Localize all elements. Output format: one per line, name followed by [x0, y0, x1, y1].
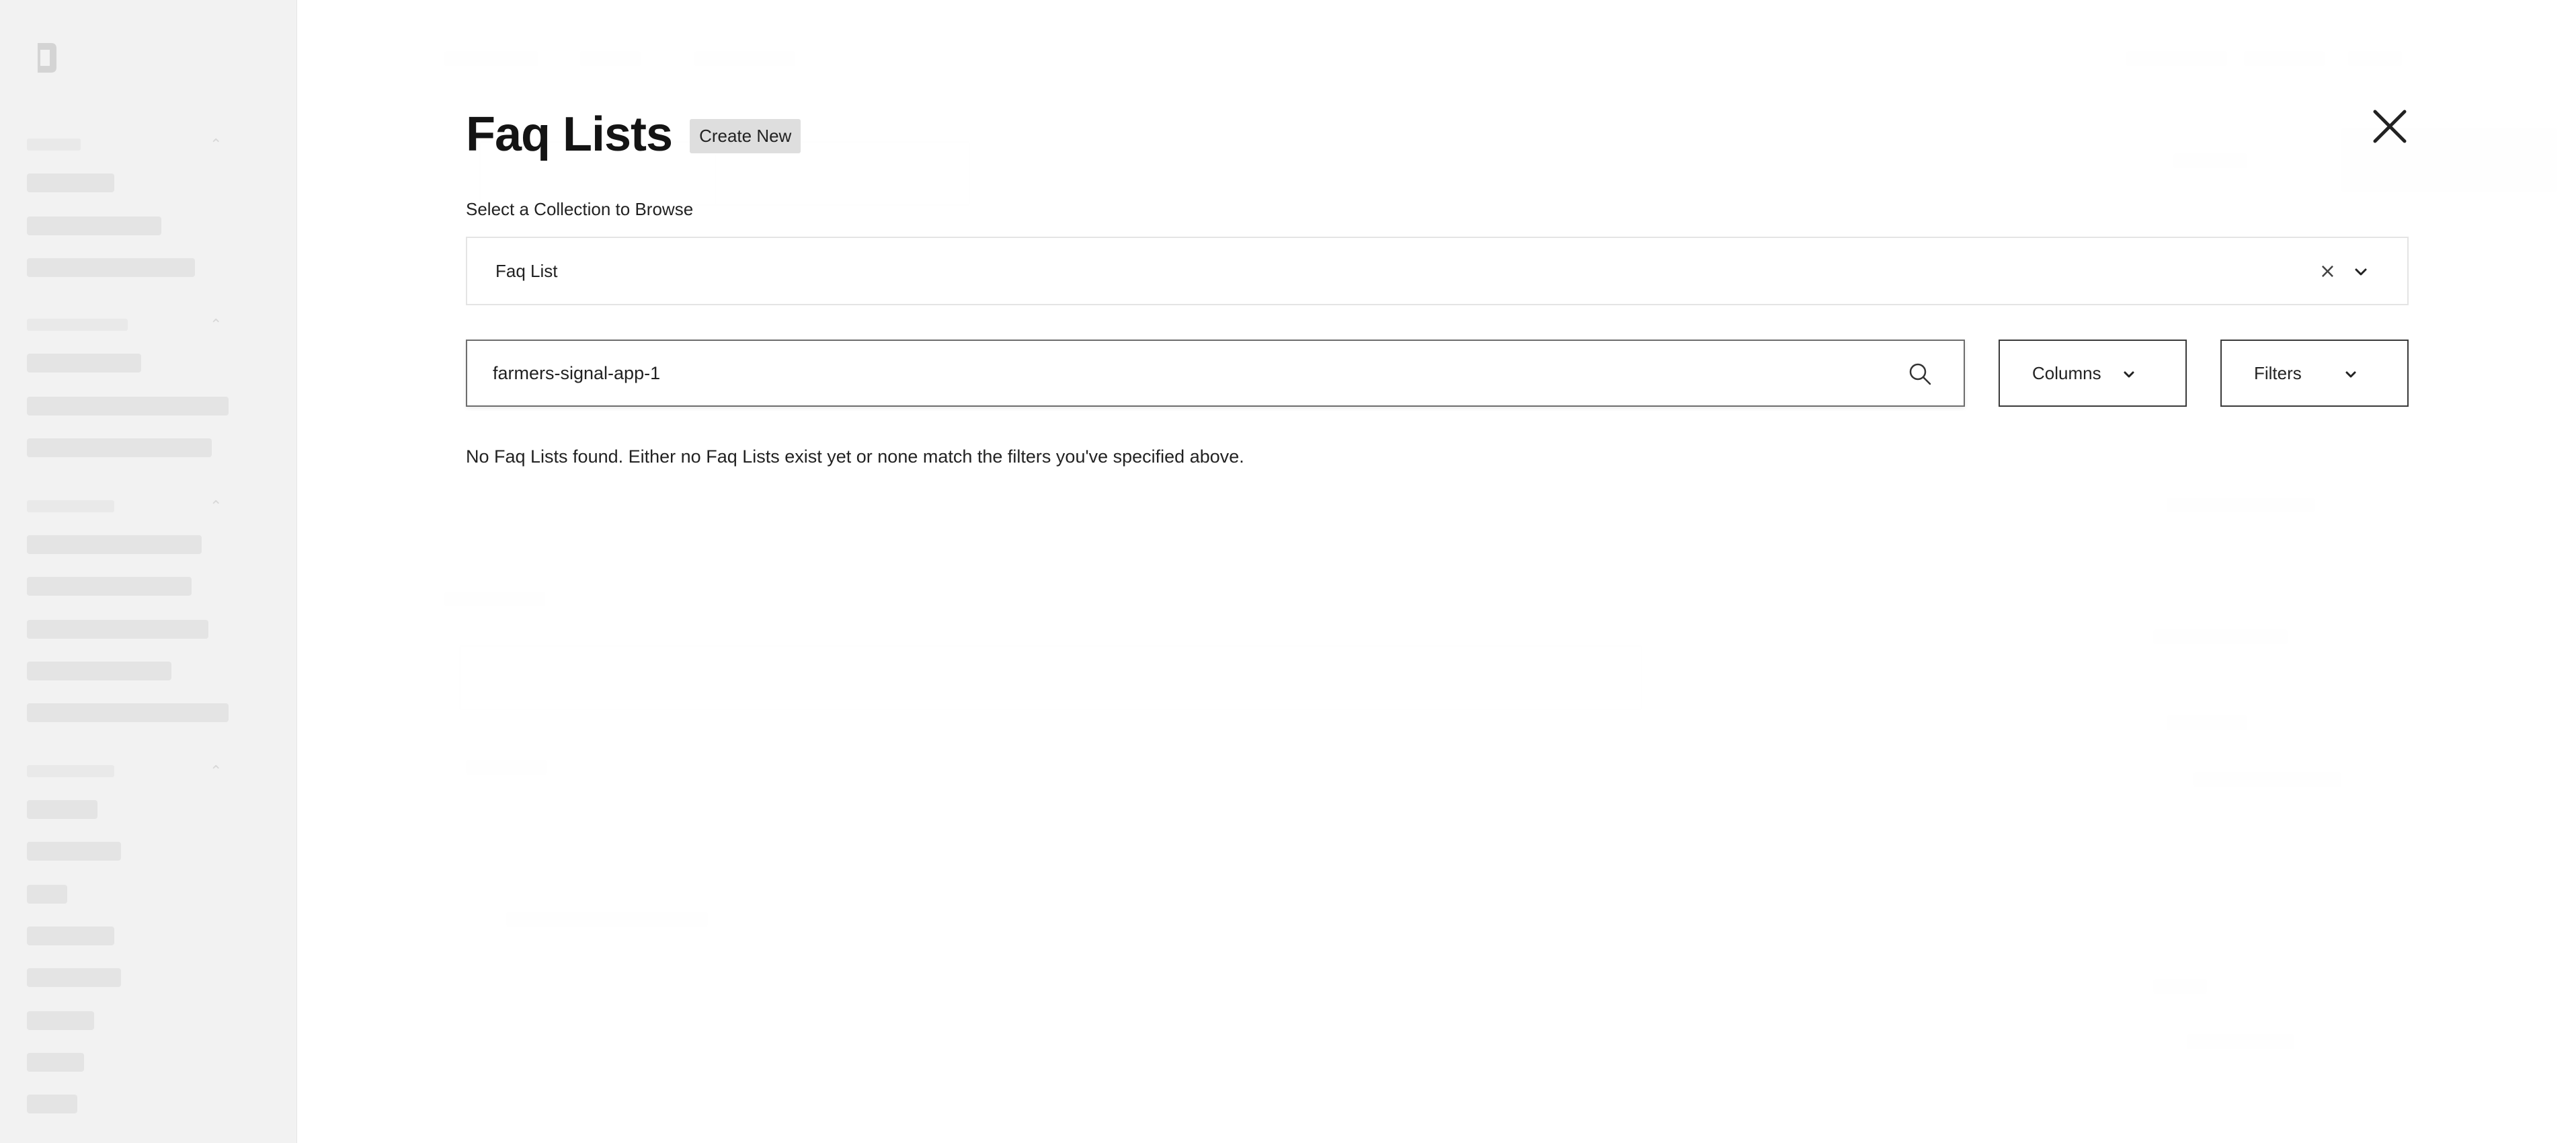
- sidebar-item[interactable]: [27, 216, 161, 235]
- sidebar-item[interactable]: [27, 173, 114, 192]
- sidebar-item[interactable]: [27, 354, 141, 372]
- empty-state-message: No Faq Lists found. Either no Faq Lists …: [466, 446, 1244, 467]
- close-icon: [2373, 110, 2407, 143]
- sidebar-item[interactable]: [27, 535, 202, 554]
- chevron-icon: ⌃: [210, 498, 223, 514]
- sidebar-group-header: [27, 319, 128, 331]
- sidebar-item[interactable]: [27, 800, 97, 819]
- chevron-down-icon: [2345, 371, 2356, 378]
- sidebar-item[interactable]: [27, 438, 212, 457]
- sidebar-item[interactable]: [27, 662, 171, 680]
- search-input[interactable]: [467, 341, 1879, 405]
- search-box: [466, 340, 1965, 407]
- sidebar-item[interactable]: [27, 620, 208, 639]
- close-button[interactable]: [2371, 108, 2409, 145]
- collection-select[interactable]: Faq List ×: [466, 237, 2409, 305]
- sidebar-item[interactable]: [27, 577, 192, 596]
- collection-select-label: Select a Collection to Browse: [466, 199, 694, 219]
- columns-dropdown[interactable]: Columns: [1999, 340, 2187, 407]
- clear-icon[interactable]: ×: [2319, 260, 2336, 283]
- sidebar-group-header: [27, 139, 81, 151]
- create-new-button[interactable]: Create New: [690, 118, 801, 153]
- search-icon[interactable]: [1907, 361, 1933, 387]
- sidebar-item[interactable]: [27, 885, 67, 904]
- sidebar-group-header: [27, 500, 114, 512]
- drawer-header: Faq Lists Create New: [466, 101, 801, 168]
- chevron-down-icon: [2124, 371, 2134, 378]
- list-drawer: Faq Lists Create New Select a Collection…: [298, 0, 2576, 1143]
- sidebar-item[interactable]: [27, 968, 121, 987]
- filters-label: Filters: [2254, 362, 2302, 383]
- chevron-down-icon[interactable]: [2352, 264, 2370, 281]
- sidebar-group-header: [27, 765, 114, 777]
- drawer-content: Faq Lists Create New Select a Collection…: [466, 0, 2409, 1143]
- sidebar-item[interactable]: [27, 842, 121, 861]
- chevron-icon: ⌃: [210, 762, 223, 779]
- chevron-icon: ⌃: [210, 136, 223, 153]
- sidebar: ⌃ ⌃ ⌃ ⌃: [0, 0, 297, 1143]
- page-title: Faq Lists: [466, 108, 673, 161]
- sidebar-item[interactable]: [27, 1011, 94, 1030]
- sidebar-item[interactable]: [27, 397, 229, 416]
- logo-icon: [38, 43, 56, 73]
- filters-dropdown[interactable]: Filters: [2220, 340, 2409, 407]
- sidebar-item[interactable]: [27, 1095, 77, 1113]
- columns-label: Columns: [2032, 362, 2101, 383]
- collection-select-value: Faq List: [495, 260, 558, 281]
- sidebar-item[interactable]: [27, 927, 114, 945]
- chevron-icon: ⌃: [210, 316, 223, 333]
- sidebar-item[interactable]: [27, 258, 195, 277]
- sidebar-item[interactable]: [27, 703, 229, 722]
- sidebar-item[interactable]: [27, 1053, 84, 1072]
